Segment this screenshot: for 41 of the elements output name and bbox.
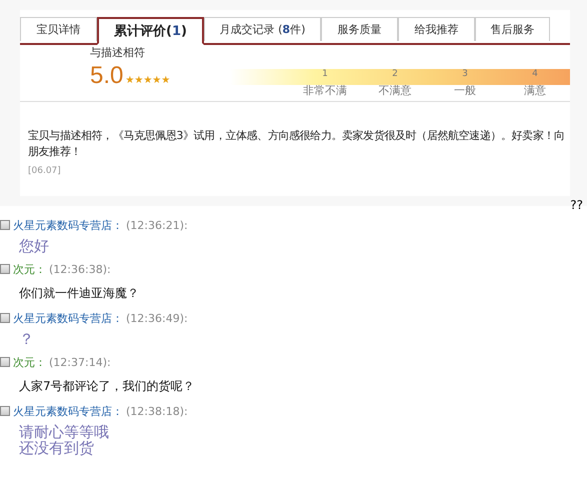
rating-label: 与描述相符 <box>90 45 146 60</box>
tab[interactable]: 服务质量 <box>321 17 398 41</box>
checkbox[interactable] <box>0 264 10 274</box>
tab[interactable]: 宝贝详情 <box>20 17 97 41</box>
checkbox[interactable] <box>0 357 10 367</box>
scale-label: 非常不满 <box>303 83 347 98</box>
sender-name: 次元： <box>13 354 46 370</box>
scale-label: 不满意 <box>378 83 412 98</box>
rating-score: 5.0 <box>90 62 124 90</box>
message-text: 人家7号都评论了，我们的货呢？ <box>19 378 195 394</box>
message-time: (12:36:38): <box>49 262 111 276</box>
message-time: (12:38:18): <box>126 404 188 418</box>
message-text: ？ <box>19 331 34 347</box>
sender-name: 火星元素数码专营店： <box>13 218 123 232</box>
checkbox[interactable] <box>0 313 10 323</box>
checkbox[interactable] <box>0 220 10 230</box>
tab[interactable]: 给我推荐 <box>398 17 475 41</box>
sender-name: 火星元素数码专营店： <box>13 404 123 418</box>
message-text: 你们就一件迪亚海魔？ <box>19 285 139 301</box>
sender-name: 火星元素数码专营店： <box>13 310 123 326</box>
tab[interactable]: 累计评价(1) <box>97 17 204 45</box>
scale-number: 1 <box>322 69 328 79</box>
scale-number: 3 <box>462 69 468 79</box>
stray-text: ?? <box>570 198 583 212</box>
review-date: [06.07] <box>28 166 62 176</box>
message-time: (12:36:21): <box>126 218 188 232</box>
message-text: 您好 <box>19 238 49 254</box>
message-time: (12:37:14): <box>49 356 111 368</box>
scale-label: 满意 <box>524 83 546 98</box>
checkbox[interactable] <box>0 406 10 416</box>
sender-name: 次元： <box>13 262 46 276</box>
scale-label: 一般 <box>454 83 476 98</box>
star-rating: ★★★★★ <box>125 75 170 86</box>
message-time: (12:36:49): <box>126 312 188 324</box>
message-text: 请耐心等等哦 <box>19 424 109 440</box>
review-text: 宝贝与描述相符，《马克思佩恩3》试用，立体感、方向感很给力。卖家发货很及时（居然航空速递）。好卖家！向朋友推荐！ <box>28 128 566 160</box>
message-text: 还没有到货 <box>19 440 94 456</box>
tab[interactable]: 售后服务 <box>475 17 550 41</box>
tab[interactable]: 月成交记录 (8件) <box>204 17 321 41</box>
scale-number: 4 <box>532 69 538 79</box>
scale-number: 2 <box>392 69 398 79</box>
